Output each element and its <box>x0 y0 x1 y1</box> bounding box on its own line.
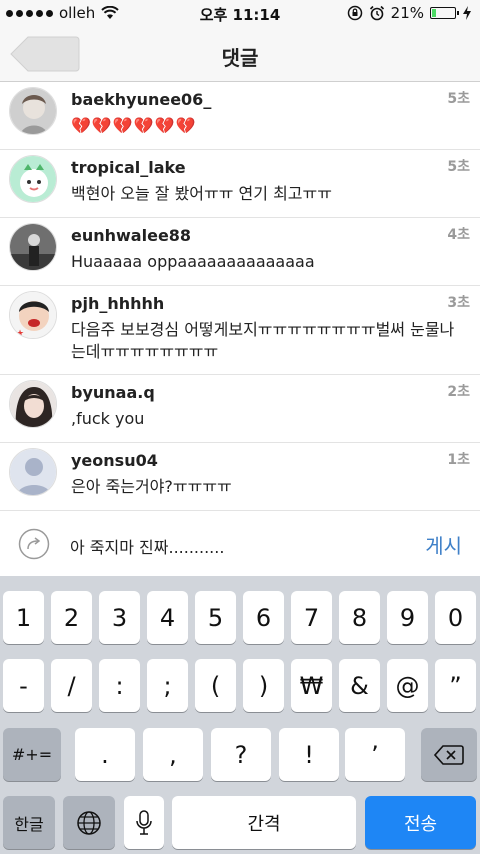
comment-username[interactable]: tropical_lake <box>71 158 186 177</box>
language-key[interactable]: 한글 <box>3 796 55 849</box>
globe-icon <box>77 810 101 835</box>
comment-text: 다음주 보보경심 어떻게보지ㅠㅠㅠㅠㅠㅠㅠㅠ벌써 눈물나는데ㅠㅠㅠㅠㅠㅠㅠㅠ <box>71 320 455 361</box>
key-slash[interactable]: / <box>51 659 92 712</box>
carrier-name: olleh <box>59 4 96 22</box>
comment-username[interactable]: yeonsu04 <box>71 451 158 470</box>
signal-strength-icon <box>6 9 53 17</box>
key-9[interactable]: 9 <box>387 591 428 644</box>
wifi-icon <box>101 6 119 19</box>
key-6[interactable]: 6 <box>243 591 284 644</box>
battery-icon <box>430 7 459 19</box>
comment-time: 3초 <box>447 295 470 311</box>
key-won[interactable]: ₩ <box>291 659 332 712</box>
back-button[interactable] <box>10 36 80 72</box>
status-bar: olleh 오후 11:14 21% <box>0 0 480 28</box>
comment-time: 2초 <box>447 384 470 400</box>
charging-icon <box>463 6 471 20</box>
backspace-icon <box>434 744 464 765</box>
comment-time: 5초 <box>447 159 470 175</box>
key-colon[interactable]: : <box>99 659 140 712</box>
key-comma[interactable]: , <box>143 728 203 781</box>
comment-input[interactable]: 아 죽지마 진짜........... <box>70 534 224 558</box>
key-7[interactable]: 7 <box>291 591 332 644</box>
key-semicolon[interactable]: ; <box>147 659 188 712</box>
key-5[interactable]: 5 <box>195 591 236 644</box>
alarm-icon <box>369 5 384 21</box>
comment-text: Huaaaaa oppaaaaaaaaaaaaaa <box>71 252 315 271</box>
rotation-lock-icon <box>347 5 362 21</box>
navigation-bar: 댓글 <box>0 28 480 82</box>
comment-row[interactable]: eunhwalee88 Huaaaaa oppaaaaaaaaaaaaaa 4초 <box>0 218 480 286</box>
key-at[interactable]: @ <box>387 659 428 712</box>
comment-time: 5초 <box>447 91 470 107</box>
svg-text:★: ★ <box>16 329 24 339</box>
key-1[interactable]: 1 <box>3 591 44 644</box>
comment-text: ,fuck you <box>71 409 145 428</box>
battery-percent: 21% <box>390 4 424 22</box>
key-period[interactable]: . <box>75 728 135 781</box>
send-key[interactable]: 전송 <box>365 796 476 849</box>
key-apostrophe[interactable]: ’ <box>345 728 405 781</box>
comment-username[interactable]: eunhwalee88 <box>71 226 191 245</box>
comment-row[interactable]: yeonsu04 은아 죽는거야?ㅠㅠㅠㅠ 1초 <box>0 443 480 511</box>
key-hyphen[interactable]: - <box>3 659 44 712</box>
dictation-key[interactable] <box>124 796 164 849</box>
avatar[interactable] <box>9 223 57 271</box>
key-ampersand[interactable]: & <box>339 659 380 712</box>
comment-list: baekhyunee06_ 💔💔💔💔💔💔 5초 tropical_lake 백현… <box>0 82 480 511</box>
key-close-paren[interactable]: ) <box>243 659 284 712</box>
keyboard: 1 2 3 4 5 6 7 8 9 0 - / : ; ( ) ₩ & @ ” … <box>0 576 480 854</box>
comment-text: 백현아 오늘 잘 봤어ㅠㅠ 연기 최고ㅠㅠ <box>71 184 332 203</box>
key-2[interactable]: 2 <box>51 591 92 644</box>
avatar[interactable]: ★ <box>9 291 57 339</box>
comment-composer: 아 죽지마 진짜........... 게시 <box>0 512 480 576</box>
delete-key[interactable] <box>421 728 477 781</box>
comment-row[interactable]: ★ pjh_hhhhh 다음주 보보경심 어떻게보지ㅠㅠㅠㅠㅠㅠㅠㅠ벌써 눈물나… <box>0 286 480 375</box>
comment-username[interactable]: baekhyunee06_ <box>71 90 211 109</box>
symbols-shift-key[interactable]: #+= <box>3 728 61 781</box>
share-arrow-icon[interactable] <box>18 528 50 560</box>
comment-text: 💔💔💔💔💔💔 <box>71 116 197 135</box>
avatar[interactable] <box>9 380 57 428</box>
key-quote[interactable]: ” <box>435 659 476 712</box>
comment-username[interactable]: byunaa.q <box>71 383 155 402</box>
comment-text: 은아 죽는거야?ㅠㅠㅠㅠ <box>71 477 232 496</box>
key-0[interactable]: 0 <box>435 591 476 644</box>
comment-row[interactable]: tropical_lake 백현아 오늘 잘 봤어ㅠㅠ 연기 최고ㅠㅠ 5초 <box>0 150 480 218</box>
key-exclamation[interactable]: ! <box>279 728 339 781</box>
key-8[interactable]: 8 <box>339 591 380 644</box>
comment-time: 4초 <box>447 227 470 243</box>
key-open-paren[interactable]: ( <box>195 659 236 712</box>
comment-time: 1초 <box>447 452 470 468</box>
comment-row[interactable]: baekhyunee06_ 💔💔💔💔💔💔 5초 <box>0 82 480 150</box>
avatar[interactable] <box>9 155 57 203</box>
avatar[interactable] <box>9 448 57 496</box>
key-3[interactable]: 3 <box>99 591 140 644</box>
globe-key[interactable] <box>63 796 115 849</box>
post-button[interactable]: 게시 <box>425 530 462 559</box>
avatar[interactable] <box>9 87 57 135</box>
key-4[interactable]: 4 <box>147 591 188 644</box>
key-question[interactable]: ? <box>211 728 271 781</box>
comment-row[interactable]: byunaa.q ,fuck you 2초 <box>0 375 480 443</box>
space-key[interactable]: 간격 <box>172 796 356 849</box>
comment-username[interactable]: pjh_hhhhh <box>71 294 164 313</box>
microphone-icon <box>136 809 152 835</box>
